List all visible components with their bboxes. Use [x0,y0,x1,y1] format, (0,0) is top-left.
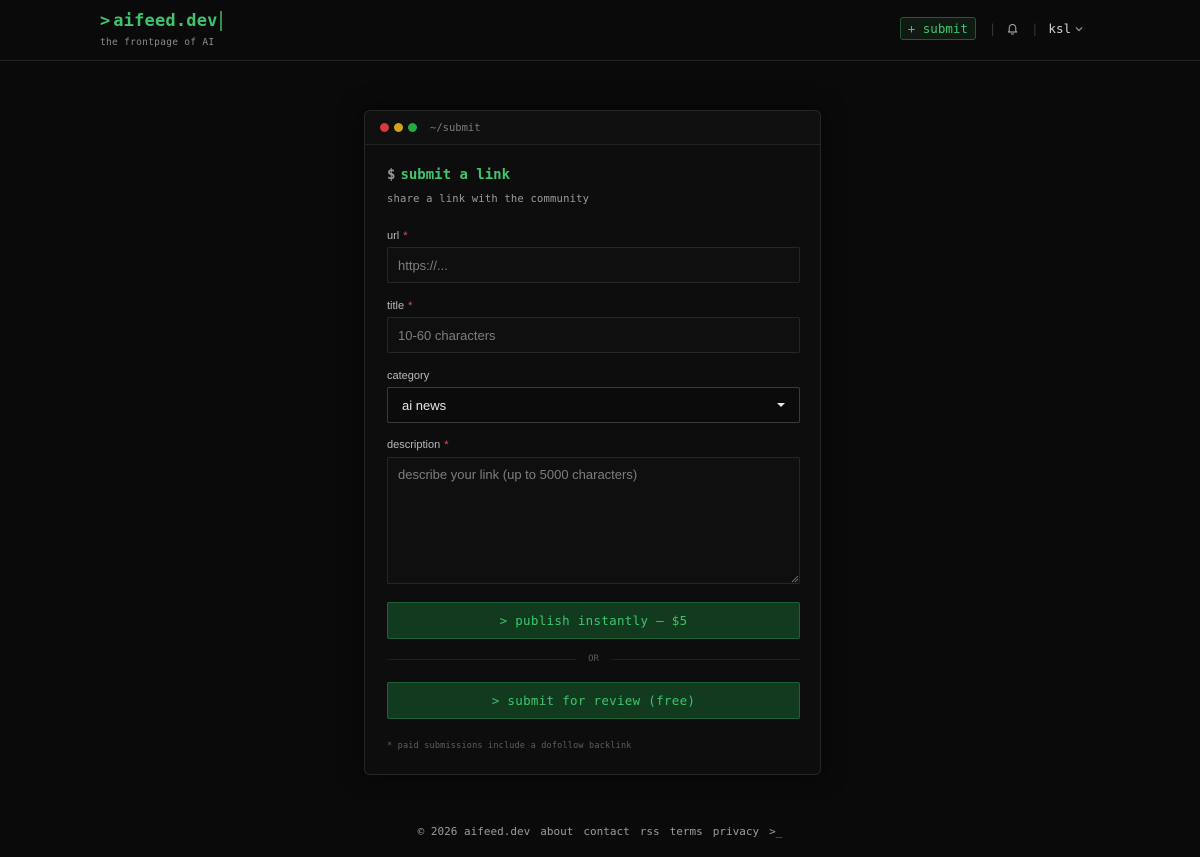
terminal-prompt-icon[interactable]: >_ [769,825,782,838]
url-label-text: url [387,230,400,242]
user-menu[interactable]: ksl [1048,21,1083,36]
description-label: description * [387,439,448,451]
logo-cursor [219,11,222,31]
logo[interactable]: > aifeed.dev [100,11,222,31]
username: ksl [1048,21,1071,36]
nav-separator: | [1031,21,1039,36]
category-select[interactable]: ai news [387,387,800,423]
resize-grip-icon[interactable] [791,575,799,583]
page-title: $ submit a link [387,167,510,183]
site-header: > aifeed.dev the frontpage of AI + submi… [0,0,1200,61]
required-mark: * [444,439,449,451]
caret-down-icon [777,403,785,407]
description-label-text: description [387,439,441,451]
divider-line [387,658,577,660]
divider-line [610,658,800,660]
backlink-footnote: * paid submissions include a dofollow ba… [387,741,632,751]
submit-for-review-button[interactable]: > submit for review (free) [387,682,800,719]
or-text: OR [588,654,599,664]
category-label-text: category [387,370,430,382]
footer-link-privacy[interactable]: privacy [713,825,759,838]
title-label: title * [387,300,412,312]
chevron-down-icon [1075,26,1083,31]
required-mark: * [408,300,413,312]
nav-separator: | [988,21,997,36]
category-value: ai news [402,397,447,413]
maximize-dot [408,123,417,132]
window-path: ~/submit [430,121,481,134]
publish-instantly-button[interactable]: > publish instantly — $5 [387,602,800,639]
footer-link-about[interactable]: about [540,825,573,838]
window-titlebar: ~/submit [365,111,820,145]
page-subtitle: share a link with the community [387,193,590,205]
url-label: url * [387,230,408,242]
minimize-dot [394,123,403,132]
heading-text: submit a link [400,167,511,183]
url-input[interactable] [387,247,800,283]
description-textarea[interactable] [387,457,800,584]
logo-prompt: > [100,11,111,31]
footer-link-terms[interactable]: terms [670,825,703,838]
title-input[interactable] [387,317,800,353]
header-nav: + submit | | ksl [899,17,1083,40]
bell-icon[interactable] [1005,22,1019,36]
heading-prompt: $ [387,167,396,183]
category-label: category [387,370,429,382]
footer-link-rss[interactable]: rss [640,825,660,838]
copyright: © 2026 aifeed.dev [417,825,531,838]
title-label-text: title [387,300,405,312]
footer-link-contact[interactable]: contact [583,825,629,838]
site-footer: © 2026 aifeed.dev about contact rss term… [0,825,1200,838]
submit-terminal-window: ~/submit $ submit a link share a link wit… [364,110,821,775]
tagline: the frontpage of AI [100,37,215,48]
submit-button[interactable]: + submit [899,17,976,40]
logo-name: aifeed.dev [113,11,218,31]
or-divider: OR [387,654,800,664]
required-mark: * [403,230,408,242]
close-dot [380,123,389,132]
